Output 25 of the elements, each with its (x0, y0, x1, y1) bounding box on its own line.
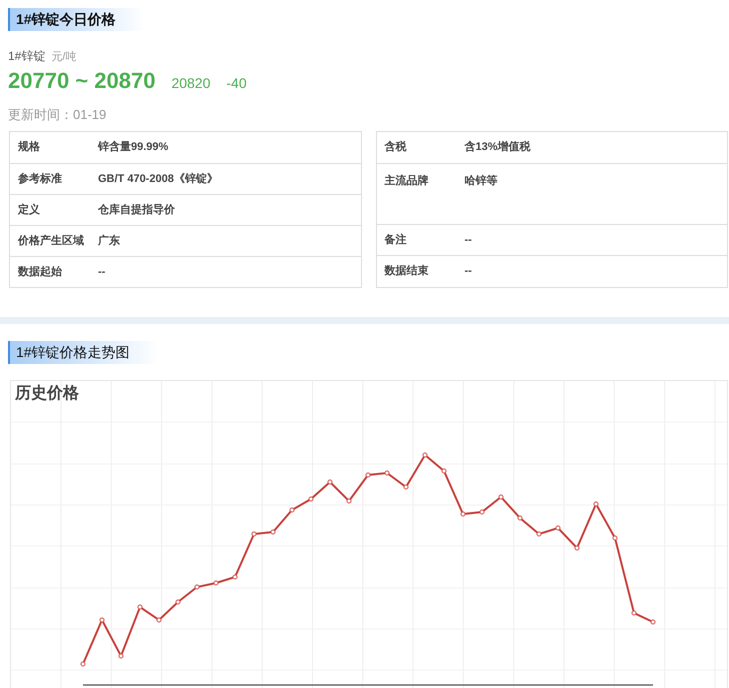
price-range: 20770 ~ 20870 (8, 66, 156, 94)
spec-value: 哈锌等 (464, 174, 498, 189)
spec-label: 参考标准 (17, 172, 63, 187)
spec-label: 含税 (384, 140, 408, 156)
spec-value: 含13%增值税 (464, 140, 531, 156)
spec-label: 备注 (384, 232, 408, 248)
spec-label: 规格 (16, 140, 41, 156)
spec-label: 价格产生区域 (16, 234, 85, 249)
spec-value: -- (98, 264, 106, 280)
spec-value: 广东 (98, 234, 120, 249)
spec-value: 仓库自提指导价 (98, 202, 175, 218)
spec-label: 定义 (16, 202, 41, 218)
spec-label: 数据起始 (16, 264, 63, 280)
product-name: 1#锌锭 (8, 49, 46, 63)
chart-title: 历史价格 (15, 384, 79, 404)
spec-value: GB/T 470-2008《锌锭》 (98, 172, 218, 187)
spec-label: 数据结束 (383, 264, 430, 279)
update-time: 更新时间：01-19 (8, 106, 108, 124)
price-change: -40 (226, 74, 247, 92)
spec-value: -- (464, 232, 472, 248)
average-price: 20820 (171, 74, 210, 92)
spec-label: 主流品牌 (384, 174, 430, 189)
unit-label: 元/吨 (51, 51, 76, 63)
spec-value: -- (464, 264, 472, 279)
spec-value: 锌含量99.99% (98, 140, 168, 156)
